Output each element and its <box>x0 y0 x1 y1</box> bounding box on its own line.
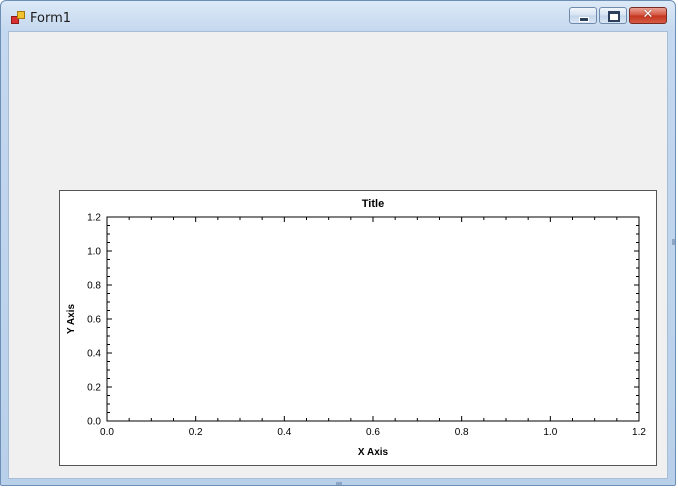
x-tick-label: 1.0 <box>543 427 557 438</box>
x-tick-label: 0.0 <box>100 427 114 438</box>
app-form-icon[interactable] <box>11 11 25 24</box>
x-tick-label: 0.6 <box>366 427 380 438</box>
x-tick-label: 0.2 <box>189 427 203 438</box>
y-tick-label: 0.0 <box>87 417 101 428</box>
maximize-button[interactable] <box>599 7 627 24</box>
y-tick-label: 0.2 <box>87 383 101 394</box>
plot-area[interactable] <box>106 216 640 422</box>
maximize-icon <box>608 11 620 22</box>
title-bar[interactable]: Form1 ✕ <box>1 1 675 31</box>
chart-title: Title <box>362 198 384 210</box>
minimize-icon <box>579 17 589 22</box>
x-tick-label: 1.2 <box>632 427 646 438</box>
y-tick-label: 0.6 <box>87 315 101 326</box>
chart-svg: Title X Axis Y Axis 0.0 0.2 0.4 0.6 0.8 1.0 1.2 0.… <box>66 198 646 458</box>
window-controls: ✕ <box>567 7 667 26</box>
close-button[interactable]: ✕ <box>629 7 667 24</box>
y-tick-label: 1.0 <box>87 247 101 258</box>
minimize-button[interactable] <box>569 7 597 24</box>
form-client-area: Title X Axis Y Axis 0.0 0.2 0.4 0.6 0.8 1.0 1.2 0.… <box>8 31 668 479</box>
resize-grip-right[interactable] <box>672 239 675 245</box>
form1-window: Form1 ✕ Title X Axis Y Axis 0.0 0.2 0.4 0.6 0.8… <box>0 0 676 486</box>
y-axis-label: Y Axis <box>66 304 77 334</box>
close-icon: ✕ <box>642 7 654 22</box>
x-tick-label: 0.4 <box>277 427 291 438</box>
y-tick-label: 0.4 <box>87 349 101 360</box>
y-tick-label: 0.8 <box>87 281 101 292</box>
x-tick-label: 0.8 <box>455 427 469 438</box>
x-axis-label: X Axis <box>358 447 389 458</box>
chart-control[interactable]: Title X Axis Y Axis 0.0 0.2 0.4 0.6 0.8 1.0 1.2 0.… <box>59 190 657 466</box>
resize-grip-bottom[interactable] <box>336 482 342 485</box>
y-tick-label: 1.2 <box>87 213 101 224</box>
window-title: Form1 <box>30 11 72 26</box>
